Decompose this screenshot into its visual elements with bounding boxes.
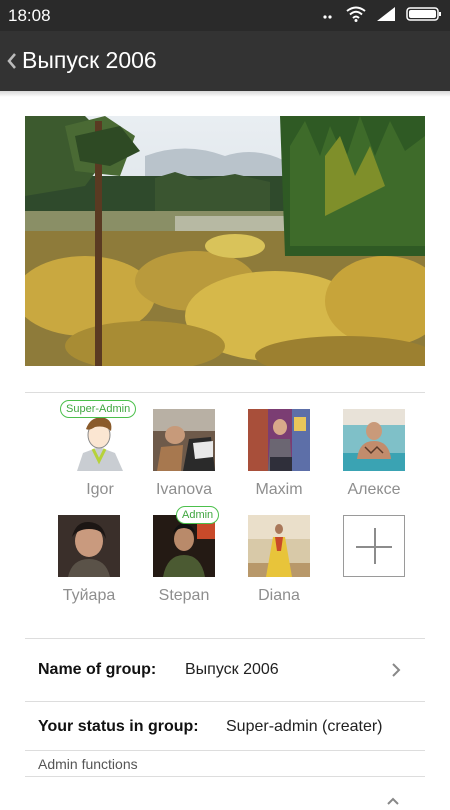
wifi-icon bbox=[346, 6, 366, 27]
avatar bbox=[153, 409, 215, 471]
avatar bbox=[153, 515, 215, 577]
divider bbox=[25, 750, 425, 751]
cellular-signal-icon bbox=[376, 6, 396, 27]
member-name: Stepan bbox=[158, 587, 210, 604]
chevron-right-icon bbox=[391, 662, 401, 678]
signal-dots-icon bbox=[322, 7, 336, 25]
group-name-label: Name of group: bbox=[38, 661, 157, 678]
add-member-button[interactable] bbox=[343, 515, 405, 577]
battery-icon bbox=[406, 6, 442, 27]
app-bar-shadow bbox=[0, 91, 450, 97]
member-name: Diana bbox=[258, 587, 300, 604]
avatar bbox=[248, 515, 310, 577]
admin-functions-header: Admin functions bbox=[38, 756, 138, 772]
avatar bbox=[69, 409, 131, 471]
role-badge: Super-Admin bbox=[60, 400, 137, 418]
member-name: Алексе bbox=[347, 481, 401, 498]
status-value: Super-admin (creater) bbox=[226, 718, 383, 735]
back-chevron-icon[interactable] bbox=[5, 51, 19, 71]
group-name-value: Выпуск 2006 bbox=[185, 661, 279, 678]
member-name: Maxim bbox=[255, 481, 303, 498]
avatar bbox=[248, 409, 310, 471]
member-maxim[interactable]: Maxim bbox=[234, 409, 324, 509]
member-ivanova[interactable]: Ivanova bbox=[139, 409, 229, 509]
member-name: Туйара bbox=[62, 587, 116, 604]
status-time: 18:08 bbox=[8, 6, 51, 25]
avatar bbox=[58, 515, 120, 577]
status-label: Your status in group: bbox=[38, 718, 199, 735]
chevron-up-icon[interactable] bbox=[386, 792, 400, 805]
member-alekse[interactable]: Алексе bbox=[329, 409, 419, 509]
member-tuyara[interactable]: Туйара bbox=[44, 515, 134, 615]
member-igor[interactable]: Super-Admin Igor bbox=[55, 400, 145, 509]
status-icons bbox=[322, 6, 442, 26]
divider bbox=[25, 392, 425, 393]
member-name: Ivanova bbox=[155, 481, 213, 498]
member-stepan[interactable]: Admin Stepan bbox=[139, 506, 229, 615]
divider bbox=[25, 701, 425, 702]
group-cover-photo[interactable] bbox=[25, 116, 425, 366]
app-bar: Выпуск 2006 bbox=[0, 31, 450, 91]
divider bbox=[25, 776, 425, 777]
page-title: Выпуск 2006 bbox=[22, 47, 157, 73]
member-name: Igor bbox=[86, 481, 114, 498]
status-bar: 18:08 bbox=[0, 0, 450, 31]
member-diana[interactable]: Diana bbox=[234, 515, 324, 615]
avatar bbox=[343, 409, 405, 471]
role-badge: Admin bbox=[176, 506, 220, 524]
